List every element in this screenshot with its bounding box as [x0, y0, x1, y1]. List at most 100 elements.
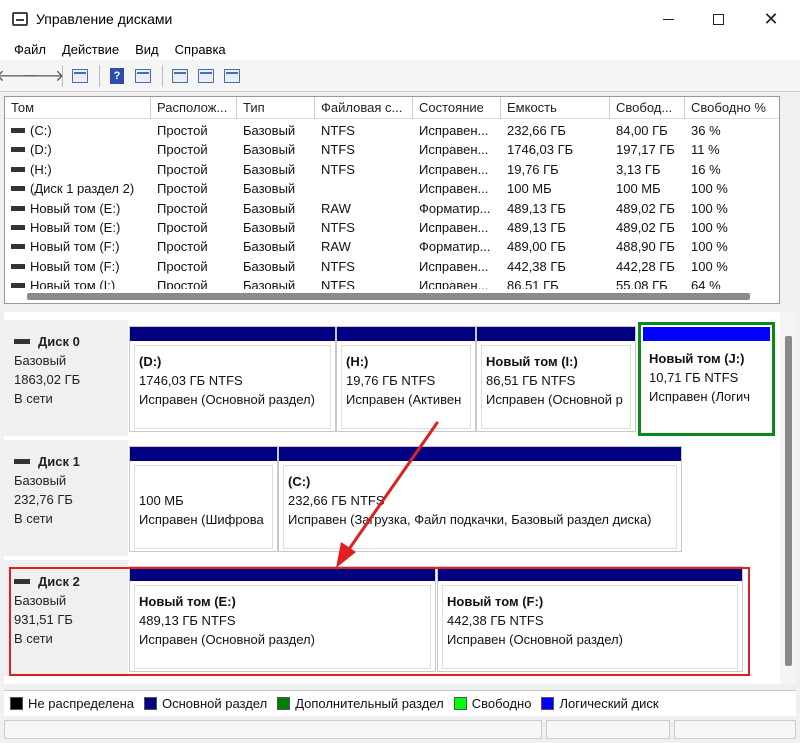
partition-info: (H:) 19,76 ГБ NTFS Исправен (Активен: [341, 345, 471, 429]
partition-size: 100 МБ: [139, 493, 184, 508]
disk-0-label[interactable]: Диск 0 Базовый 1863,02 ГБ В сети: [4, 320, 128, 436]
partition-i[interactable]: Новый том (I:) 86,51 ГБ NTFS Исправен (О…: [476, 326, 636, 432]
minimize-button[interactable]: [645, 0, 691, 38]
table-cell: Исправен...: [419, 142, 489, 158]
column-header-free-percent[interactable]: Свободно %: [685, 97, 779, 119]
table-cell: Новый том (F:): [5, 257, 151, 276]
partition-h[interactable]: (H:) 19,76 ГБ NTFS Исправен (Активен: [336, 326, 476, 432]
disk-management-icon: [12, 12, 28, 26]
table-cell: Исправен...: [419, 220, 489, 235]
partition-status: Исправен (Шифрова: [139, 512, 264, 527]
table-cell: Исправен...: [419, 181, 489, 197]
column-header-layout[interactable]: Располож...: [151, 97, 237, 119]
table-row[interactable]: Новый том (F:) Простой Базовый NTFS Исправен…: [5, 257, 779, 276]
table-row[interactable]: (H:) Простой Базовый NTFS Исправен... 19,76 Г…: [5, 160, 779, 179]
table-row[interactable]: Новый том (F:) Простой Базовый RAW Форматир.…: [5, 237, 779, 256]
table-cell: 197,17 ГБ: [616, 142, 675, 158]
volume-icon: [11, 283, 25, 289]
disk-1-name: Диск 1: [38, 454, 80, 469]
table-row[interactable]: (Диск 1 раздел 2) Простой Базовый Исправен.…: [5, 179, 779, 198]
close-button[interactable]: ✕: [748, 0, 794, 38]
table-row[interactable]: (D:) Простой Базовый NTFS Исправен... 1746,03…: [5, 140, 779, 159]
disk-0-type: Базовый: [14, 353, 67, 368]
partition-info: 100 МБ Исправен (Шифрова: [134, 465, 273, 549]
table-cell: (Диск 1 раздел 2): [5, 179, 151, 198]
horizontal-scrollbar[interactable]: [5, 289, 779, 303]
table-row[interactable]: Новый том (E:) Простой Базовый RAW Форматир.…: [5, 199, 779, 218]
table-cell: 16 %: [691, 161, 721, 177]
vertical-scroll-thumb[interactable]: [785, 336, 792, 666]
vertical-scrollbar[interactable]: [780, 312, 796, 684]
column-header-volume[interactable]: Том: [5, 97, 151, 119]
legend-unallocated: Не распределена: [10, 696, 134, 711]
partition-info: (D:) 1746,03 ГБ NTFS Исправен (Основной …: [134, 345, 331, 429]
table-cell: Базовый: [243, 200, 296, 216]
settings-button[interactable]: [221, 65, 243, 87]
table-row[interactable]: (C:) Простой Базовый NTFS Исправен... 232,66 …: [5, 121, 779, 140]
column-header-type[interactable]: Тип: [237, 97, 315, 119]
status-bar: [0, 716, 800, 743]
column-header-free[interactable]: Свобод...: [610, 97, 685, 119]
table-cell: 442,38 ГБ: [507, 258, 566, 274]
column-header-capacity[interactable]: Емкость: [501, 97, 610, 119]
primary-partition-bar: [279, 447, 681, 461]
maximize-button[interactable]: [695, 0, 741, 38]
partition-d[interactable]: (D:) 1746,03 ГБ NTFS Исправен (Основной …: [129, 326, 336, 432]
table-cell: 3,13 ГБ: [616, 161, 661, 177]
maximize-icon: [712, 13, 724, 25]
properties-button[interactable]: [132, 65, 154, 87]
table-cell: Новый том (E:): [5, 218, 151, 237]
partition-j[interactable]: Новый том (J:) 10,71 ГБ NTFS Исправен (Л…: [638, 322, 775, 436]
console-tree-button[interactable]: [69, 65, 91, 87]
table-cell: 232,66 ГБ: [507, 123, 566, 138]
table-cell: Исправен...: [419, 123, 489, 138]
menu-action[interactable]: Действие: [54, 42, 127, 57]
table-cell: NTFS: [321, 220, 355, 235]
partition-efi[interactable]: 100 МБ Исправен (Шифрова: [129, 446, 278, 552]
checklist-icon: [198, 68, 214, 83]
check-button[interactable]: [195, 65, 217, 87]
legend-logical: Логический диск: [541, 696, 659, 711]
table-cell: (D:): [5, 140, 151, 159]
table-cell: Базовый: [243, 142, 296, 158]
volume-icon: [11, 205, 25, 211]
disk-1-status: В сети: [14, 511, 53, 526]
forward-button[interactable]: 🡒: [22, 65, 65, 87]
properties-icon: [135, 68, 151, 83]
partition-title: Новый том (J:): [649, 351, 745, 366]
menu-help[interactable]: Справка: [167, 42, 234, 57]
menu-file[interactable]: Файл: [6, 42, 54, 57]
volume-icon: [11, 263, 25, 269]
legend-primary: Основной раздел: [144, 696, 267, 711]
table-cell: 1746,03 ГБ: [507, 142, 574, 158]
column-header-status[interactable]: Состояние: [413, 97, 501, 119]
disk-0-status: В сети: [14, 391, 53, 406]
table-cell: NTFS: [321, 142, 355, 158]
disk-1-label[interactable]: Диск 1 Базовый 232,76 ГБ В сети: [4, 440, 128, 556]
legend-swatch: [453, 697, 467, 710]
menu-view[interactable]: Вид: [127, 42, 167, 57]
table-cell: Простой: [157, 239, 208, 255]
connect-disk-button[interactable]: [169, 65, 191, 87]
table-cell: Исправен...: [419, 161, 489, 177]
partition-size: 86,51 ГБ NTFS: [486, 373, 576, 388]
primary-partition-bar: [130, 327, 335, 341]
help-button[interactable]: ?: [106, 65, 128, 87]
partition-c[interactable]: (C:) 232,66 ГБ NTFS Исправен (Загрузка, …: [278, 446, 682, 552]
horizontal-scroll-thumb[interactable]: [27, 293, 750, 300]
table-cell: Базовый: [243, 123, 296, 138]
table-cell: [315, 179, 413, 198]
disk-0-name: Диск 0: [38, 334, 80, 349]
table-cell: Простой: [157, 142, 208, 158]
legend-swatch: [277, 697, 291, 710]
table-cell: 19,76 ГБ: [507, 161, 559, 177]
disk-connect-icon: [172, 68, 188, 83]
table-cell: 489,02 ГБ: [616, 200, 675, 216]
table-row[interactable]: Новый том (E:) Простой Базовый NTFS Исправен…: [5, 218, 779, 237]
close-icon: ✕: [763, 8, 779, 29]
legend-swatch: [144, 697, 158, 710]
partition-size: 10,71 ГБ NTFS: [649, 370, 739, 385]
partition-info: Новый том (J:) 10,71 ГБ NTFS Исправен (Л…: [645, 343, 768, 431]
table-cell: Базовый: [243, 258, 296, 274]
column-header-filesystem[interactable]: Файловая с...: [315, 97, 413, 119]
